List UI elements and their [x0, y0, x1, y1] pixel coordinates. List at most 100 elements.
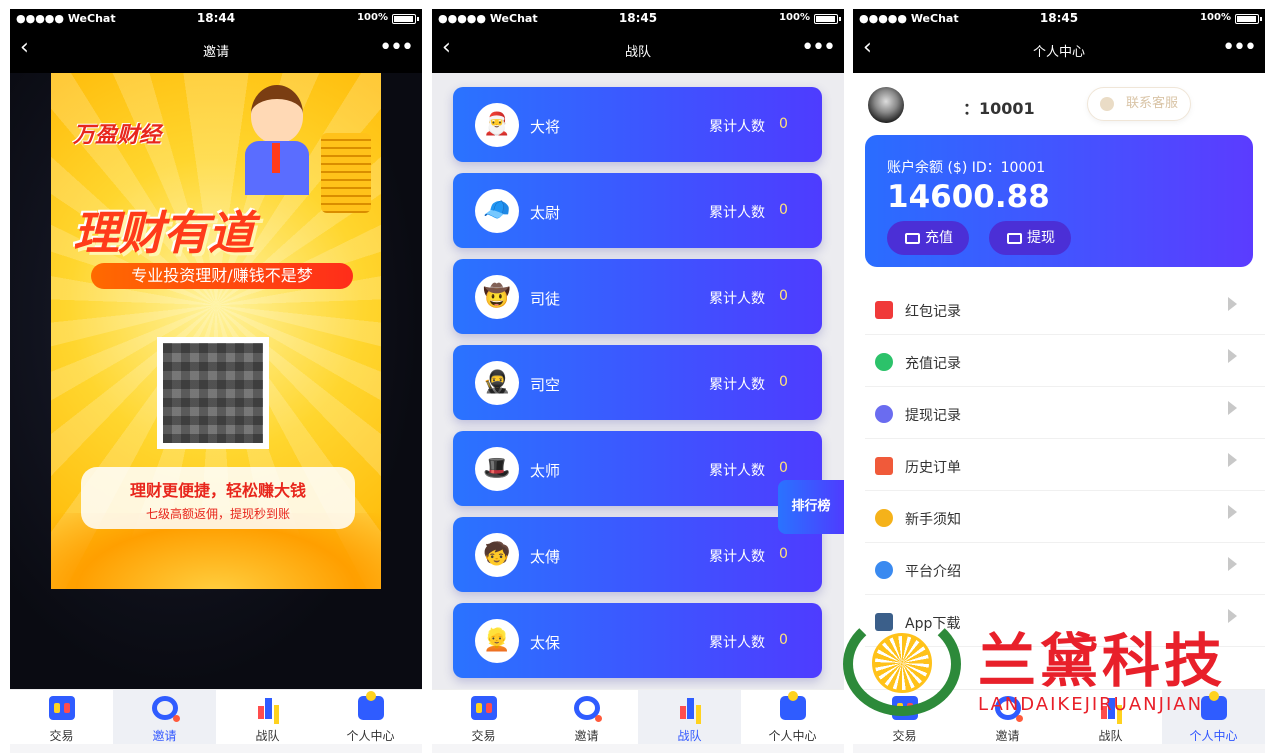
tab-invite[interactable]: 邀请 [113, 690, 216, 744]
more-icon[interactable]: ••• [1222, 35, 1257, 60]
status-bar: ●●●●● WeChat 18:45 100% [853, 9, 1265, 27]
menu-label: 红包记录 [905, 304, 961, 320]
withdraw-button[interactable]: 提现 [989, 221, 1071, 255]
wallet-out-icon [1007, 233, 1022, 244]
user-id: ：10001 [963, 99, 1035, 118]
rank-name: 太保 [530, 634, 561, 652]
official-avatar-icon: 🥷 [475, 361, 519, 405]
tab-team[interactable]: 战队 [216, 690, 319, 744]
recharge-button[interactable]: 充值 [887, 221, 969, 255]
trade-icon [48, 696, 75, 720]
user-icon [779, 691, 806, 720]
chevron-right-icon [1228, 401, 1237, 415]
invite-screen: ●●●●● WeChat 18:44 100% ‹ 邀请 ••• 万盈财经 理财… [10, 9, 422, 753]
tab-trade[interactable]: 交易 [432, 690, 535, 744]
menu-item-platform-intro[interactable]: 平台介绍 [865, 543, 1265, 595]
coin-stack-illustration [321, 133, 371, 213]
invite-icon [573, 696, 602, 722]
headset-icon [1100, 97, 1114, 111]
rank-name: 太傅 [530, 548, 561, 566]
page-title: 战队 [624, 45, 651, 60]
cumulative-label: 累计人数 [709, 549, 765, 565]
tab-team[interactable]: 战队 [638, 690, 741, 744]
nav-bar: ‹ 邀请 ••• [10, 27, 422, 73]
tab-profile[interactable]: 个人中心 [741, 690, 844, 744]
grand-tutor-avatar-icon: 🎩 [475, 447, 519, 491]
tab-bar: 交易 邀请 战队 个人中心 [432, 689, 844, 744]
team-rank-card[interactable]: 🧒 太傅 累计人数 0 [453, 517, 822, 592]
team-rank-card[interactable]: 🎩 太师 累计人数 0 [453, 431, 822, 506]
menu-label: 平台介绍 [905, 564, 961, 580]
marshal-avatar-icon: 🧢 [475, 189, 519, 233]
tab-label: 战队 [677, 729, 702, 743]
battery-percent: 100% [1200, 12, 1231, 23]
team-screen: ●●●●● WeChat 18:45 100% ‹ 战队 ••• 🎅 大将 累计… [432, 9, 844, 753]
tab-label: 邀请 [152, 729, 177, 743]
red-envelope-icon [875, 301, 893, 319]
chevron-right-icon [1228, 349, 1237, 363]
tab-label: 战队 [1098, 729, 1123, 743]
menu-label: 历史订单 [905, 460, 961, 476]
rank-name: 司徒 [530, 290, 561, 308]
cumulative-label: 累计人数 [709, 205, 765, 221]
team-rank-card[interactable]: 🥷 司空 累计人数 0 [453, 345, 822, 420]
sun-emblem-icon [872, 633, 932, 693]
cumulative-label: 累计人数 [709, 119, 765, 135]
avatar[interactable] [868, 87, 904, 123]
rank-name: 太尉 [530, 204, 561, 222]
invite-qr-code[interactable] [157, 337, 269, 449]
support-label: 联系客服 [1125, 96, 1178, 111]
balance-card: 账户余额 ($) ID：10001 14600.88 充值 提现 [865, 135, 1253, 267]
chevron-right-icon [1228, 453, 1237, 467]
minister-avatar-icon: 🤠 [475, 275, 519, 319]
status-bar: ●●●●● WeChat 18:44 100% [10, 9, 422, 27]
watermark-logo [843, 612, 961, 716]
menu-item-recharge-records[interactable]: 充值记录 [865, 335, 1265, 387]
invite-poster: 万盈财经 理财有道 专业投资理财/赚钱不是梦 理财更便捷，轻松赚大钱 七级高额返… [51, 73, 381, 589]
tab-invite[interactable]: 邀请 [535, 690, 638, 744]
tab-label: 邀请 [995, 729, 1020, 743]
tab-label: 邀请 [574, 729, 599, 743]
contact-support-button[interactable]: 联系客服 [1087, 87, 1191, 121]
chevron-right-icon [1228, 609, 1237, 623]
menu-item-beginner-guide[interactable]: 新手须知 [865, 491, 1265, 543]
tab-bar: 交易 邀请 战队 个人中心 [10, 689, 422, 744]
menu-item-withdraw-records[interactable]: 提现记录 [865, 387, 1265, 439]
poster-headline: 理财有道 [73, 206, 254, 260]
cumulative-label: 累计人数 [709, 463, 765, 479]
cumulative-label: 累计人数 [709, 635, 765, 651]
tab-trade[interactable]: 交易 [10, 690, 113, 744]
tab-label: 个人中心 [346, 729, 395, 743]
more-icon[interactable]: ••• [801, 35, 836, 60]
poster-slogan: 专业投资理财/赚钱不是梦 [91, 263, 353, 289]
more-icon[interactable]: ••• [379, 35, 414, 60]
page-title: 个人中心 [1032, 45, 1085, 60]
battery-percent: 100% [779, 12, 810, 23]
recharge-icon [875, 353, 893, 371]
tab-label: 战队 [255, 729, 280, 743]
team-rank-card[interactable]: 🎅 大将 累计人数 0 [453, 87, 822, 162]
team-rank-card[interactable]: 🧢 太尉 累计人数 0 [453, 173, 822, 248]
cumulative-count: 0 [779, 632, 788, 648]
cumulative-count: 0 [779, 288, 788, 304]
rank-name: 司空 [530, 376, 561, 394]
menu-item-red-envelope[interactable]: 红包记录 [865, 283, 1265, 335]
cumulative-count: 0 [779, 202, 788, 218]
trade-icon [470, 696, 497, 720]
nav-bar: ‹ 战队 ••• [432, 27, 844, 73]
cumulative-count: 0 [779, 546, 788, 562]
team-rank-card[interactable]: 🤠 司徒 累计人数 0 [453, 259, 822, 334]
cumulative-label: 累计人数 [709, 291, 765, 307]
menu-label: 充值记录 [905, 356, 961, 372]
cumulative-label: 累计人数 [709, 377, 765, 393]
cartoon-man-illustration [241, 85, 311, 195]
tab-label: 个人中心 [1189, 729, 1238, 743]
team-rank-card[interactable]: 👱 太保 累计人数 0 [453, 603, 822, 678]
promo-line-1: 理财更便捷，轻松赚大钱 [129, 481, 306, 500]
tab-label: 个人中心 [768, 729, 817, 743]
tab-profile[interactable]: 个人中心 [319, 690, 422, 744]
balance-label: 账户余额 ($) ID：10001 [887, 160, 1046, 176]
general-avatar-icon: 🎅 [475, 103, 519, 147]
leaderboard-button[interactable]: 排行榜 [778, 480, 844, 534]
menu-item-order-history[interactable]: 历史订单 [865, 439, 1265, 491]
